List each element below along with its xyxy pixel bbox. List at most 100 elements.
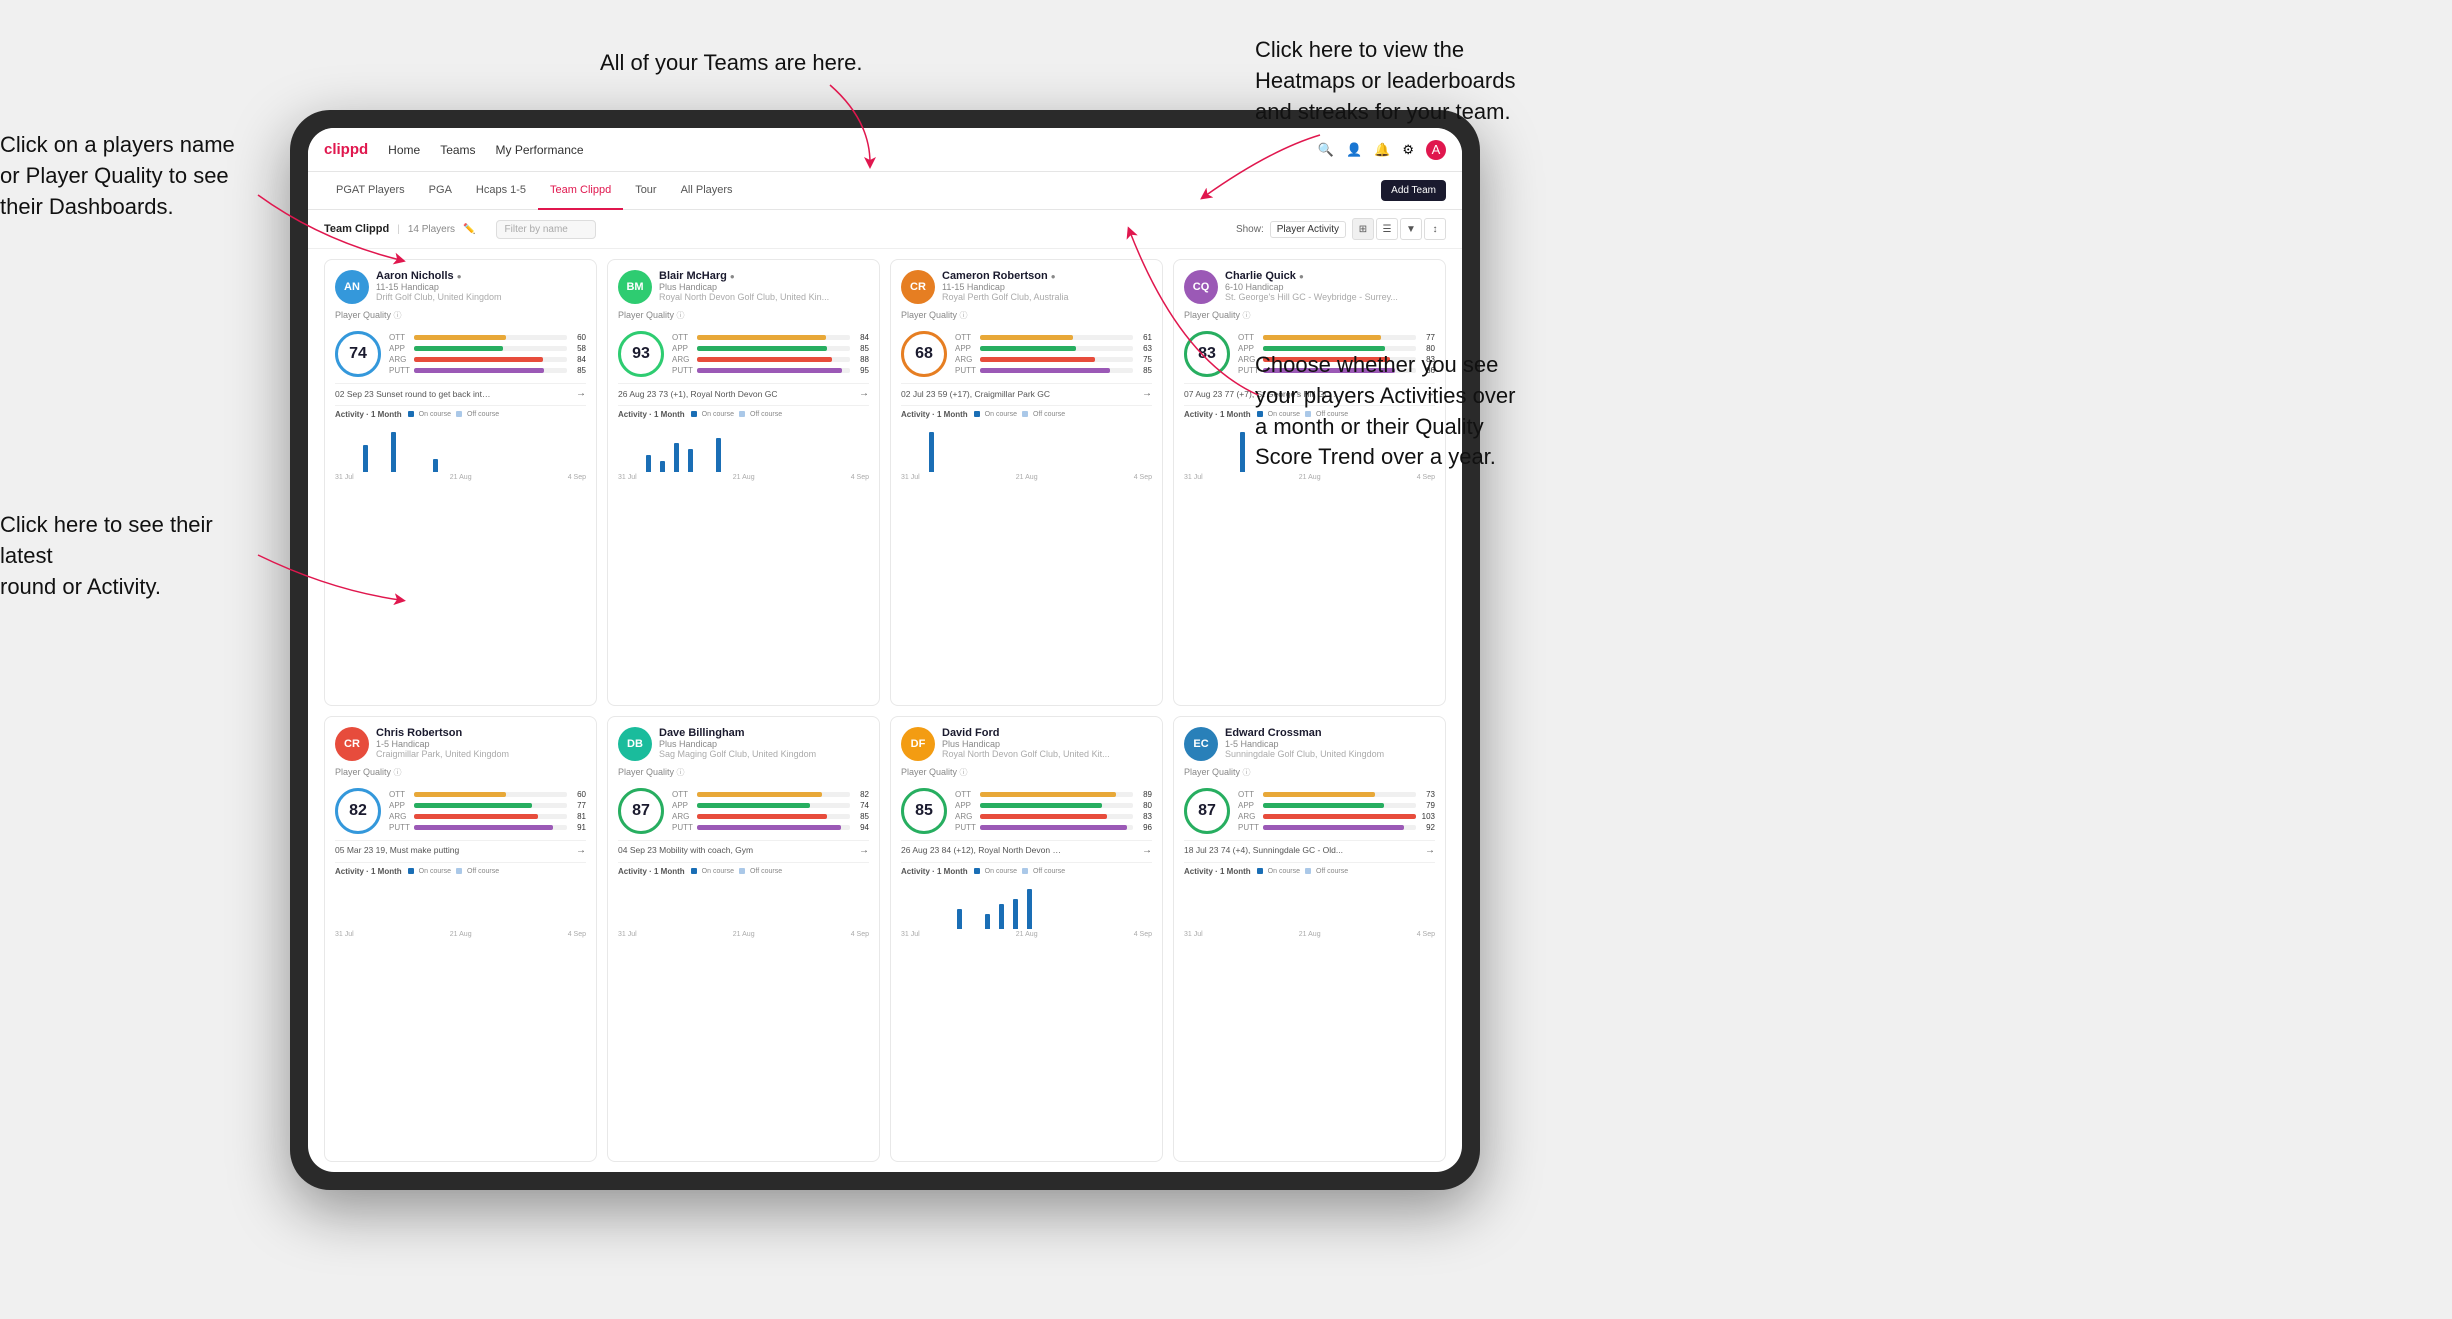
player-card-4[interactable]: CR Chris Robertson 1-5 Handicap Craigmil…	[324, 716, 597, 1163]
stats-list: OTT 60 APP 58 ARG 84 PUTT 8	[389, 333, 586, 375]
round-text: 02 Jul 23 59 (+17), Craigmillar Park GC	[901, 389, 1050, 399]
add-team-button[interactable]: Add Team	[1381, 180, 1446, 201]
sort-btn[interactable]: ↕	[1424, 218, 1446, 240]
nav-performance[interactable]: My Performance	[496, 143, 584, 157]
player-name[interactable]: Edward Crossman	[1225, 727, 1435, 739]
activity-section: Activity · 1 Month On course Off course …	[1184, 405, 1435, 481]
latest-round[interactable]: 26 Aug 23 73 (+1), Royal North Devon GC …	[618, 383, 869, 399]
player-card-1[interactable]: BM Blair McHarg ● Plus Handicap Royal No…	[607, 259, 880, 706]
on-course-label: On course	[985, 868, 1017, 875]
stat-row-ott: OTT 89	[955, 790, 1152, 799]
grid-view-btn[interactable]: ⊞	[1352, 218, 1374, 240]
stats-list: OTT 84 APP 85 ARG 88 PUTT 9	[672, 333, 869, 375]
player-card-6[interactable]: DF David Ford Plus Handicap Royal North …	[890, 716, 1163, 1163]
avatar-icon[interactable]: A	[1426, 140, 1446, 160]
on-course-dot	[408, 868, 414, 874]
player-info: CR Cameron Robertson ● 11-15 Handicap Ro…	[901, 270, 1152, 304]
tab-tour[interactable]: Tour	[623, 172, 668, 210]
round-text: 04 Sep 23 Mobility with coach, Gym	[618, 845, 753, 855]
tab-hcaps[interactable]: Hcaps 1-5	[464, 172, 538, 210]
quality-section: 68 OTT 61 APP 63 ARG 75 PUTT	[901, 331, 1152, 377]
latest-round[interactable]: 18 Jul 23 74 (+4), Sunningdale GC - Old.…	[1184, 840, 1435, 856]
quality-circle[interactable]: 68	[901, 331, 947, 377]
chart-dates: 31 Jul 21 Aug 4 Sep	[618, 474, 869, 481]
round-text: 05 Mar 23 19, Must make putting	[335, 845, 459, 855]
player-name[interactable]: Chris Robertson	[376, 727, 586, 739]
round-arrow[interactable]: →	[1142, 845, 1152, 856]
player-name[interactable]: Blair McHarg ●	[659, 270, 869, 282]
player-card-2[interactable]: CR Cameron Robertson ● 11-15 Handicap Ro…	[890, 259, 1163, 706]
show-select[interactable]: Player Activity	[1270, 221, 1346, 238]
player-card-0[interactable]: AN Aaron Nicholls ● 11-15 Handicap Drift…	[324, 259, 597, 706]
on-course-label: On course	[985, 411, 1017, 418]
edit-icon[interactable]: ✏️	[463, 224, 475, 235]
on-course-label: On course	[1268, 411, 1300, 418]
stat-row-arg: ARG 75	[955, 355, 1152, 364]
activity-header: Activity · 1 Month On course Off course	[901, 867, 1152, 876]
list-view-btn[interactable]: ☰	[1376, 218, 1398, 240]
stat-row-arg: ARG 85	[672, 812, 869, 821]
tab-pga[interactable]: PGA	[417, 172, 464, 210]
round-arrow[interactable]: →	[576, 845, 586, 856]
activity-header: Activity · 1 Month On course Off course	[1184, 410, 1435, 419]
quality-circle[interactable]: 83	[1184, 331, 1230, 377]
settings-icon[interactable]: ⚙	[1402, 142, 1414, 158]
tab-pgat[interactable]: PGAT Players	[324, 172, 417, 210]
latest-round[interactable]: 04 Sep 23 Mobility with coach, Gym →	[618, 840, 869, 856]
player-details: David Ford Plus Handicap Royal North Dev…	[942, 727, 1152, 759]
search-icon[interactable]: 🔍	[1318, 142, 1334, 158]
off-course-label: Off course	[467, 411, 499, 418]
quality-circle[interactable]: 82	[335, 788, 381, 834]
on-course-label: On course	[419, 868, 451, 875]
quality-section: 83 OTT 77 APP 80 ARG 83 PUTT	[1184, 331, 1435, 377]
activity-header: Activity · 1 Month On course Off course	[1184, 867, 1435, 876]
show-label: Show:	[1236, 224, 1264, 235]
latest-round[interactable]: 26 Aug 23 84 (+12), Royal North Devon GC…	[901, 840, 1152, 856]
player-name[interactable]: Aaron Nicholls ●	[376, 270, 586, 282]
stats-list: OTT 73 APP 79 ARG 103 PUTT	[1238, 790, 1435, 832]
player-card-7[interactable]: EC Edward Crossman 1-5 Handicap Sunningd…	[1173, 716, 1446, 1163]
bell-icon[interactable]: 🔔	[1374, 142, 1390, 158]
view-toggle: ⊞ ☰ ▼ ↕	[1352, 218, 1446, 240]
chart-dates: 31 Jul 21 Aug 4 Sep	[1184, 474, 1435, 481]
on-course-label: On course	[702, 868, 734, 875]
latest-round[interactable]: 05 Mar 23 19, Must make putting →	[335, 840, 586, 856]
nav-teams[interactable]: Teams	[440, 143, 475, 157]
player-card-5[interactable]: DB Dave Billingham Plus Handicap Sag Mag…	[607, 716, 880, 1163]
round-arrow[interactable]: →	[576, 388, 586, 399]
nav-icons: 🔍 👤 🔔 ⚙ A	[1318, 140, 1446, 160]
round-arrow[interactable]: →	[859, 845, 869, 856]
player-avatar: CR	[335, 727, 369, 761]
round-arrow[interactable]: →	[1142, 388, 1152, 399]
round-arrow[interactable]: →	[1425, 388, 1435, 399]
quality-label: Player Quality ⓘ	[335, 310, 586, 321]
quality-circle[interactable]: 85	[901, 788, 947, 834]
stat-row-ott: OTT 60	[389, 333, 586, 342]
player-name[interactable]: David Ford	[942, 727, 1152, 739]
player-card-3[interactable]: CQ Charlie Quick ● 6-10 Handicap St. Geo…	[1173, 259, 1446, 706]
stats-list: OTT 60 APP 77 ARG 81 PUTT 9	[389, 790, 586, 832]
nav-home[interactable]: Home	[388, 143, 420, 157]
quality-circle[interactable]: 87	[1184, 788, 1230, 834]
player-name[interactable]: Charlie Quick ●	[1225, 270, 1435, 282]
filter-input[interactable]: Filter by name	[496, 220, 596, 239]
round-arrow[interactable]: →	[1425, 845, 1435, 856]
latest-round[interactable]: 07 Aug 23 77 (+7), St George's Hill GC -…	[1184, 383, 1435, 399]
quality-circle[interactable]: 74	[335, 331, 381, 377]
quality-circle[interactable]: 87	[618, 788, 664, 834]
quality-circle[interactable]: 93	[618, 331, 664, 377]
activity-section: Activity · 1 Month On course Off course …	[618, 405, 869, 481]
tab-team-clippd[interactable]: Team Clippd	[538, 172, 623, 210]
latest-round[interactable]: 02 Sep 23 Sunset round to get back into …	[335, 383, 586, 399]
stat-row-arg: ARG 83	[955, 812, 1152, 821]
round-arrow[interactable]: →	[859, 388, 869, 399]
top-nav: clippd Home Teams My Performance 🔍 👤 🔔 ⚙…	[308, 128, 1462, 172]
user-icon[interactable]: 👤	[1346, 142, 1362, 158]
off-course-label: Off course	[750, 411, 782, 418]
filter-btn[interactable]: ▼	[1400, 218, 1422, 240]
latest-round[interactable]: 02 Jul 23 59 (+17), Craigmillar Park GC …	[901, 383, 1152, 399]
player-name[interactable]: Cameron Robertson ●	[942, 270, 1152, 282]
player-info: BM Blair McHarg ● Plus Handicap Royal No…	[618, 270, 869, 304]
tab-all-players[interactable]: All Players	[669, 172, 745, 210]
player-name[interactable]: Dave Billingham	[659, 727, 869, 739]
